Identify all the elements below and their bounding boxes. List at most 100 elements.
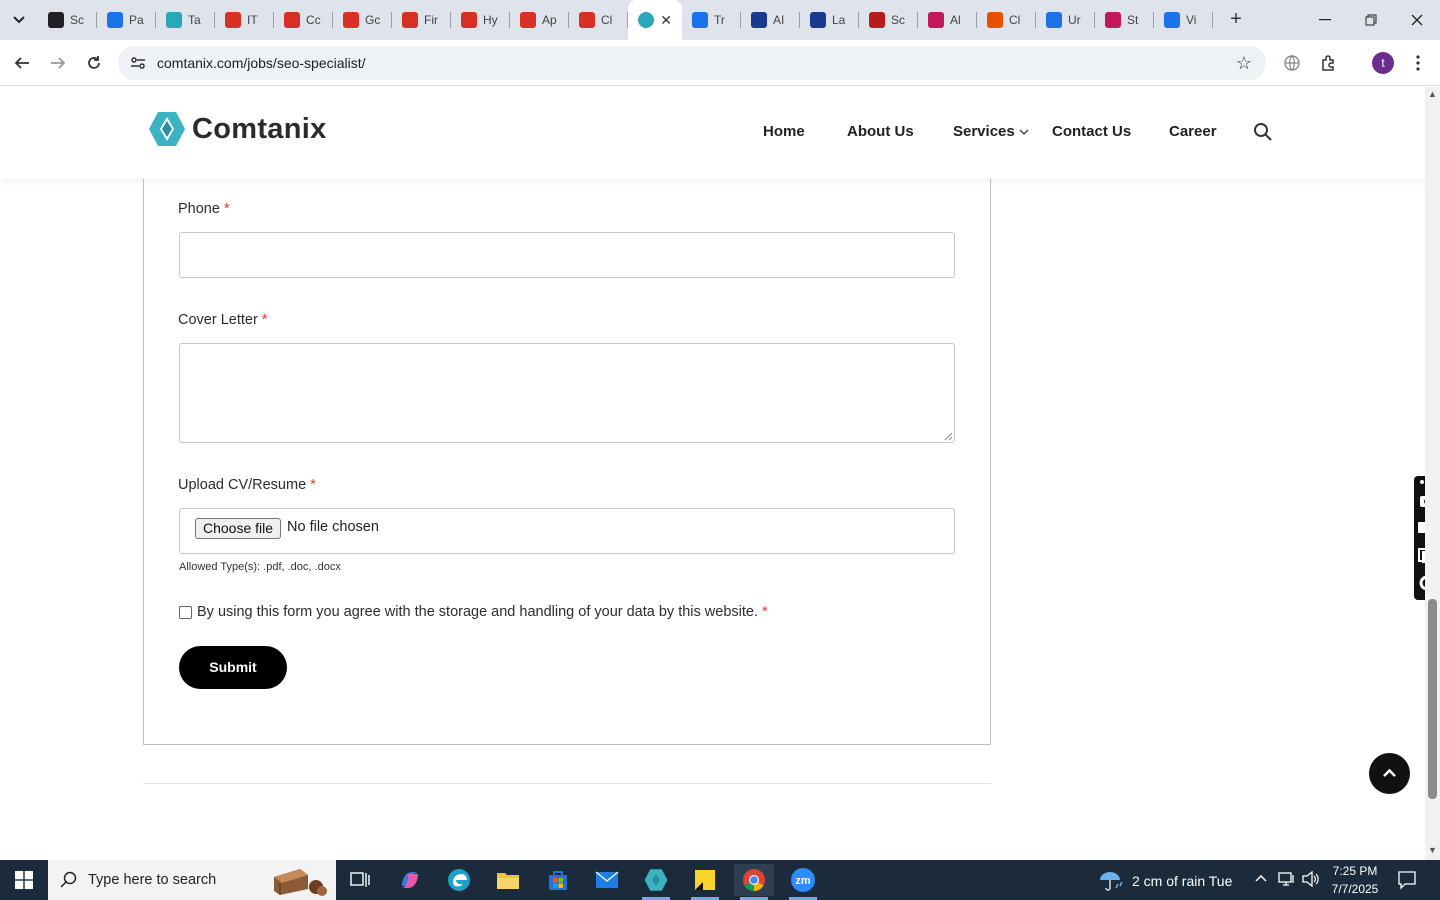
bookmark-star-icon[interactable]: ☆ xyxy=(1236,53,1252,74)
swoosh-icon xyxy=(987,12,1003,28)
browser-tab[interactable]: St xyxy=(1095,0,1154,40)
browser-tab[interactable]: Sc xyxy=(859,0,918,40)
reload-button[interactable] xyxy=(81,50,107,76)
forward-button[interactable] xyxy=(45,50,71,76)
browser-tab[interactable]: Vi xyxy=(1154,0,1213,40)
browser-tab[interactable]: Ap xyxy=(510,0,569,40)
browser-tab[interactable]: Cl xyxy=(977,0,1036,40)
network-icon[interactable] xyxy=(1278,871,1296,890)
browser-tab[interactable]: Cl xyxy=(569,0,628,40)
task-view-button[interactable] xyxy=(340,864,380,896)
kebab-menu-icon xyxy=(1416,55,1420,71)
page-scrollbar[interactable]: ▲ ▼ xyxy=(1425,87,1440,860)
browser-tab-bar: Sc Pa Ta IT Cc Gc Fir Hy Ap Cl ✕ Tr AI La Sc Al Cl Ur St Vi… xyxy=(0,0,1440,40)
diamond-red-icon xyxy=(225,12,241,28)
chrome-menu-button[interactable] xyxy=(1405,50,1431,76)
site-logo[interactable]: Comtanix xyxy=(148,111,327,147)
taskbar-clock[interactable]: 7:25 PM 7/7/2025 xyxy=(1320,862,1390,898)
nav-about[interactable]: About Us xyxy=(847,123,914,140)
url-text[interactable]: comtanix.com/jobs/seo-specialist/ xyxy=(157,55,366,71)
browser-tab[interactable]: Gc xyxy=(333,0,392,40)
nav-career[interactable]: Career xyxy=(1169,123,1217,140)
browser-tab[interactable]: La xyxy=(800,0,859,40)
site-header: Comtanix Home About Us Services Contact … xyxy=(0,87,1425,179)
chrome-taskbar-icon[interactable] xyxy=(734,864,774,900)
comtanix-app-taskbar-icon[interactable] xyxy=(636,864,676,900)
resize-grip-icon[interactable] xyxy=(943,431,953,441)
required-marker: * xyxy=(310,477,316,493)
site-info-icon[interactable] xyxy=(130,55,146,71)
start-button[interactable] xyxy=(0,860,48,900)
profile-avatar[interactable]: t xyxy=(1372,52,1394,74)
browser-tab[interactable]: IT xyxy=(215,0,274,40)
browser-tab[interactable]: Fir xyxy=(392,0,451,40)
mail-taskbar-icon[interactable] xyxy=(587,864,627,896)
weather-widget[interactable]: 2 cm of rain Tue xyxy=(1098,870,1232,892)
browser-tab[interactable]: Hy xyxy=(451,0,510,40)
show-hidden-icons-chevron-icon[interactable] xyxy=(1254,871,1268,888)
browser-tab-title: La xyxy=(832,13,846,27)
omnibox[interactable]: comtanix.com/jobs/seo-specialist/ ☆ xyxy=(118,46,1266,80)
scrollbar-thumb[interactable] xyxy=(1428,599,1437,799)
store-taskbar-icon[interactable] xyxy=(538,864,578,896)
browser-tab[interactable]: Ur xyxy=(1036,0,1095,40)
zoom-taskbar-icon[interactable]: zm xyxy=(783,864,823,900)
notifications-icon[interactable] xyxy=(1397,870,1417,893)
volume-icon[interactable] xyxy=(1302,870,1320,890)
search-icon[interactable] xyxy=(1252,121,1274,143)
chevron-down-icon xyxy=(13,16,25,24)
copilot-taskbar-icon[interactable] xyxy=(390,864,430,896)
edge-taskbar-icon[interactable] xyxy=(439,864,479,896)
browser-tab-title: Al xyxy=(950,13,961,27)
v-logo-icon xyxy=(869,12,885,28)
scroll-down-arrow-icon[interactable]: ▼ xyxy=(1428,845,1437,855)
sticky-notes-taskbar-icon[interactable] xyxy=(685,864,725,900)
browser-tab[interactable]: Tr xyxy=(682,0,741,40)
browser-tab[interactable]: ✕ xyxy=(628,0,682,40)
browser-tab[interactable]: Cc xyxy=(274,0,333,40)
search-icon xyxy=(60,871,77,888)
new-tab-button[interactable]: + xyxy=(1224,8,1248,32)
section-divider xyxy=(143,783,991,784)
required-marker: * xyxy=(223,201,230,217)
scroll-up-arrow-icon[interactable]: ▲ xyxy=(1428,89,1437,99)
extensions-button[interactable] xyxy=(1316,50,1342,76)
restore-button[interactable] xyxy=(1348,0,1394,40)
comtanix-logo-icon xyxy=(149,112,185,146)
nav-home[interactable]: Home xyxy=(763,123,805,140)
mail-icon xyxy=(595,871,619,888)
nav-services-label: Services xyxy=(953,123,1015,140)
pulse-icon xyxy=(1164,12,1180,28)
windows-logo-icon xyxy=(15,871,33,889)
tab-search-dropdown-button[interactable] xyxy=(6,8,32,32)
browser-tab[interactable]: AI xyxy=(741,0,800,40)
cover-letter-textarea[interactable] xyxy=(179,343,955,443)
chocolate-cake-icon xyxy=(274,869,327,896)
x-logo-icon xyxy=(751,12,767,28)
browser-tab[interactable]: Ta xyxy=(156,0,215,40)
minimize-button[interactable] xyxy=(1302,0,1348,40)
submit-button[interactable]: Submit xyxy=(179,646,287,689)
phone-input[interactable] xyxy=(179,232,955,278)
diamond-red-icon xyxy=(402,12,418,28)
translate-button[interactable] xyxy=(1279,50,1305,76)
nav-services[interactable]: Services xyxy=(953,123,1029,140)
close-window-button[interactable] xyxy=(1394,0,1440,40)
consent-label[interactable]: By using this form you agree with the st… xyxy=(197,604,768,620)
file-explorer-taskbar-icon[interactable] xyxy=(488,864,528,896)
browser-tab[interactable]: Al xyxy=(918,0,977,40)
taskbar-search[interactable]: Type here to search xyxy=(48,860,336,900)
nav-contact[interactable]: Contact Us xyxy=(1052,123,1131,140)
browser-tab-title: Pa xyxy=(129,13,144,27)
choose-file-button[interactable]: Choose file xyxy=(195,518,282,539)
back-button[interactable] xyxy=(9,50,35,76)
cv-file-input[interactable]: Choose file No file chosen xyxy=(179,508,955,554)
browser-tab[interactable]: Sc xyxy=(38,0,97,40)
browser-tab[interactable]: Pa xyxy=(97,0,156,40)
close-tab-icon[interactable]: ✕ xyxy=(660,12,672,29)
browser-tab-title: AI xyxy=(773,13,785,27)
scroll-to-top-button[interactable] xyxy=(1369,753,1410,794)
comtanix-icon xyxy=(638,12,654,28)
consent-checkbox[interactable] xyxy=(179,606,192,619)
chevron-down-icon xyxy=(1019,129,1029,135)
